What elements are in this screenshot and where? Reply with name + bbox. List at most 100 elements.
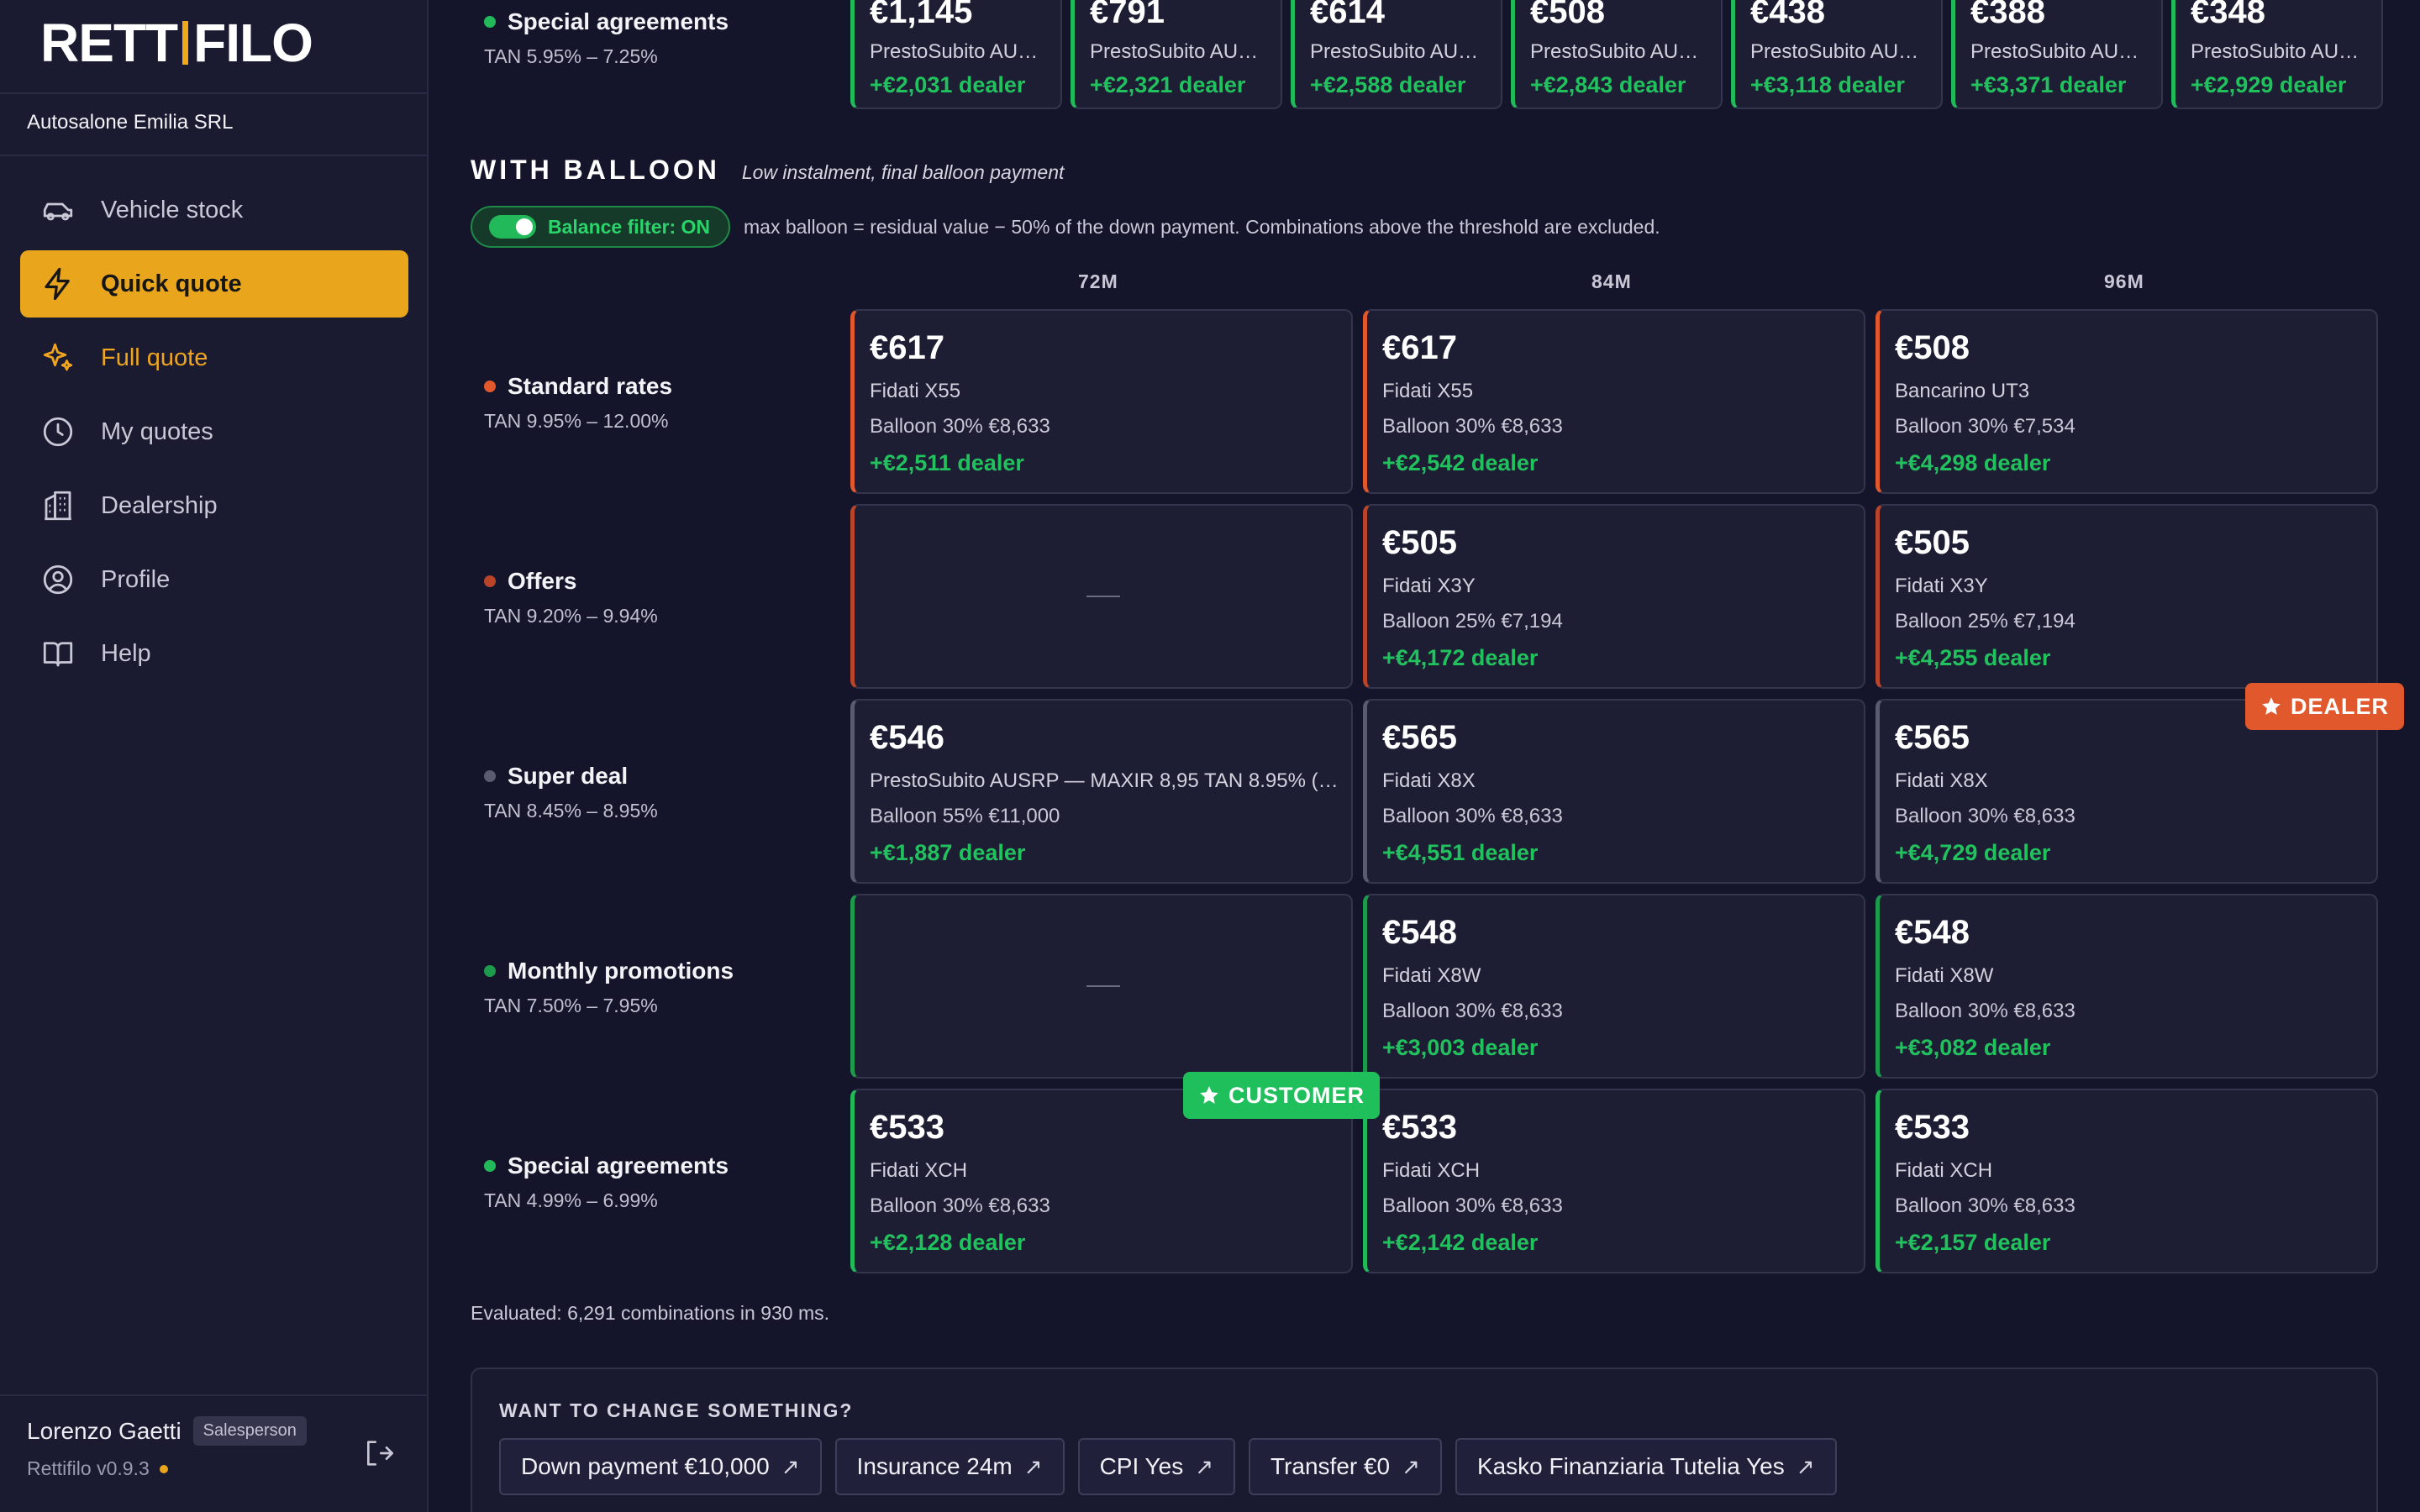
provider-name: PrestoSubito AUSRP xyxy=(1530,40,1707,63)
quote-card[interactable]: €617 Fidati X55 Balloon 30% €8,633 +€2,542 … xyxy=(1363,309,1865,494)
provider-name: Fidati X3Y xyxy=(1382,575,1476,597)
quote-card[interactable]: €548 Fidati X8W Balloon 30% €8,633 +€3,003 … xyxy=(1363,894,1865,1079)
dealer-margin: +€2,929 dealer xyxy=(2191,72,2347,97)
app-version: Rettifilo v0.9.3 xyxy=(27,1457,150,1479)
sidebar-item-vehicle-stock[interactable]: Vehicle stock xyxy=(20,176,408,244)
provider-name: Fidati XCH xyxy=(1382,1159,1481,1182)
change-panel: WANT TO CHANGE SOMETHING? Down payment €… xyxy=(471,1368,2378,1512)
dealer-margin: +€2,542 dealer xyxy=(1382,450,1539,475)
top-quote-card[interactable]: €1,145 PrestoSubito AUSRP +€2,031 dealer xyxy=(850,0,1062,109)
row-tan: TAN 7.50% – 7.95% xyxy=(484,995,658,1016)
quote-card[interactable]: €533 Fidati XCH Balloon 30% €8,633 +€2,142 … xyxy=(1363,1089,1865,1273)
quote-card[interactable]: €533 Fidati XCH Balloon 30% €8,633 +€2,157 … xyxy=(1876,1089,2378,1273)
sidebar-divider xyxy=(0,155,429,156)
role-badge: Salesperson xyxy=(192,1416,307,1446)
change-chip[interactable]: Transfer €0 ↗ xyxy=(1249,1438,1442,1495)
monthly-price: €548 xyxy=(1895,914,1970,951)
dealer-margin: +€2,843 dealer xyxy=(1530,72,1686,97)
dealer-margin: +€2,157 dealer xyxy=(1895,1230,2051,1255)
balloon-amount: Balloon 25% €7,194 xyxy=(1382,610,1563,633)
row-dot xyxy=(484,965,496,977)
clock-icon xyxy=(43,417,73,447)
provider-name: Fidati X55 xyxy=(870,380,961,402)
provider-name: Fidati XCH xyxy=(1895,1159,1993,1182)
filter-label: Balance filter: ON xyxy=(548,215,710,238)
section-subtitle: Low instalment, final balloon payment xyxy=(741,161,1065,183)
monthly-price: €617 xyxy=(1382,329,1457,366)
quote-card[interactable]: €546 PrestoSubito AUSRP — MAXIR 8,95 TAN … xyxy=(850,699,1353,884)
row-label: Super deal TAN 8.45% – 8.95% xyxy=(484,763,658,822)
dealer-margin: +€3,082 dealer xyxy=(1895,1035,2051,1060)
row-title: Monthly promotions xyxy=(508,958,734,984)
external-arrow-icon: ↗ xyxy=(1796,1453,1815,1479)
provider-name: Bancarino UT3 xyxy=(1895,380,2030,402)
empty-dash xyxy=(1086,596,1120,597)
row-title: Special agreements xyxy=(508,8,729,34)
chip-label: Insurance 24m xyxy=(856,1453,1013,1479)
dealer-margin: +€4,255 dealer xyxy=(1895,645,2051,670)
monthly-price: €505 xyxy=(1382,524,1457,561)
row-tan: TAN 8.45% – 8.95% xyxy=(484,800,658,822)
user-name: Lorenzo Gaetti xyxy=(27,1417,182,1444)
logo-text-left: RETT xyxy=(40,13,178,73)
change-chip[interactable]: Insurance 24m ↗ xyxy=(834,1438,1065,1495)
top-quote-card[interactable]: €348 PrestoSubito AUSRP +€2,929 dealer xyxy=(2171,0,2383,109)
top-quote-card[interactable]: €388 PrestoSubito AUSRP +€3,371 dealer xyxy=(1951,0,2163,109)
row-tan: TAN 4.99% – 6.99% xyxy=(484,1189,658,1211)
change-chip[interactable]: Kasko Finanziaria Tutelia Yes ↗ xyxy=(1455,1438,1837,1495)
row-dot xyxy=(484,770,496,782)
sidebar-item-label: Help xyxy=(101,639,151,667)
monthly-price: €614 xyxy=(1310,0,1385,30)
top-quote-card[interactable]: €791 PrestoSubito AUSRP +€2,321 dealer xyxy=(1071,0,1282,109)
quote-card[interactable]: €565 Fidati X8X Balloon 30% €8,633 +€4,551 … xyxy=(1363,699,1865,884)
sidebar-item-dealership[interactable]: Dealership xyxy=(20,472,408,539)
sidebar-item-my-quotes[interactable]: My quotes xyxy=(20,398,408,465)
balloon-amount: Balloon 30% €8,633 xyxy=(1895,805,2075,827)
monthly-price: €388 xyxy=(1970,0,2045,30)
evaluation-summary: Evaluated: 6,291 combinations in 930 ms. xyxy=(471,1302,830,1324)
top-quote-card[interactable]: €508 PrestoSubito AUSRP +€2,843 dealer xyxy=(1511,0,1723,109)
provider-name: PrestoSubito AUSRP xyxy=(1750,40,1927,63)
toggle-switch xyxy=(489,215,536,239)
empty-dash xyxy=(1086,985,1120,987)
app-logo[interactable]: RETT FILO xyxy=(40,12,313,74)
top-quote-card[interactable]: €614 PrestoSubito AUSRP +€2,588 dealer xyxy=(1291,0,1502,109)
row-tan: TAN 5.95% – 7.25% xyxy=(484,45,658,67)
empty-quote-card xyxy=(850,894,1353,1079)
sidebar-item-profile[interactable]: Profile xyxy=(20,546,408,613)
quote-card[interactable]: €505 Fidati X3Y Balloon 25% €7,194 +€4,255 … xyxy=(1876,504,2378,689)
row-label: Standard rates TAN 9.95% – 12.00% xyxy=(484,373,672,433)
external-arrow-icon: ↗ xyxy=(1195,1453,1213,1479)
provider-name: Fidati X8W xyxy=(1382,964,1481,987)
row-title: Offers xyxy=(508,568,577,594)
sidebar-item-help[interactable]: Help xyxy=(20,620,408,687)
quote-card[interactable]: €508 Bancarino UT3 Balloon 30% €7,534 +€4,2… xyxy=(1876,309,2378,494)
badge-label: CUSTOMER xyxy=(1228,1082,1365,1108)
sidebar-item-quick-quote[interactable]: Quick quote xyxy=(20,250,408,318)
logo-text-right: FILO xyxy=(193,13,313,73)
dealer-margin: +€2,128 dealer xyxy=(870,1230,1026,1255)
balance-filter-toggle[interactable]: Balance filter: ON xyxy=(471,206,730,248)
balloon-amount: Balloon 55% €11,000 xyxy=(870,805,1060,827)
logout-icon[interactable] xyxy=(361,1436,395,1470)
logo-separator xyxy=(182,21,189,65)
quote-card[interactable]: €548 Fidati X8W Balloon 30% €8,633 +€3,082 … xyxy=(1876,894,2378,1079)
change-chip[interactable]: Down payment €10,000 ↗ xyxy=(499,1438,822,1495)
column-header-96m: 96M xyxy=(2104,270,2144,292)
change-chip[interactable]: CPI Yes ↗ xyxy=(1077,1438,1235,1495)
sidebar: RETT FILO Autosalone Emilia SRL Vehicle s… xyxy=(0,0,429,1512)
row-dot xyxy=(484,575,496,587)
provider-name: PrestoSubito AUSRP xyxy=(2191,40,2367,63)
row-dot xyxy=(484,381,496,392)
balloon-amount: Balloon 25% €7,194 xyxy=(1895,610,2075,633)
sidebar-item-full-quote[interactable]: Full quote xyxy=(20,324,408,391)
provider-name: Fidati X8X xyxy=(1895,769,1988,792)
sidebar-item-label: Full quote xyxy=(101,344,208,371)
building-icon xyxy=(45,491,71,521)
monthly-price: €565 xyxy=(1382,719,1457,756)
top-quote-card[interactable]: €438 PrestoSubito AUSRP +€3,118 dealer xyxy=(1731,0,1943,109)
quote-card[interactable]: €505 Fidati X3Y Balloon 25% €7,194 +€4,172 … xyxy=(1363,504,1865,689)
balloon-amount: Balloon 30% €8,633 xyxy=(1382,1194,1563,1217)
quote-card[interactable]: €617 Fidati X55 Balloon 30% €8,633 +€2,511 … xyxy=(850,309,1353,494)
column-header-72m: 72M xyxy=(1078,270,1118,292)
